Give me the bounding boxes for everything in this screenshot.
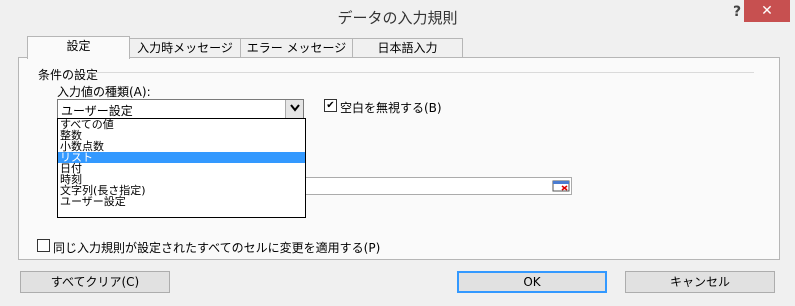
ignore-blank-label: 空白を無視する(B) xyxy=(340,101,442,115)
tab-error-message[interactable]: エラー メッセージ xyxy=(240,38,353,58)
chevron-down-icon[interactable] xyxy=(285,100,303,119)
dropdown-option-custom[interactable]: ユーザー設定 xyxy=(58,196,305,207)
close-button[interactable]: ✕ xyxy=(744,0,790,22)
allow-type-combobox[interactable]: ユーザー設定 xyxy=(57,99,304,120)
dropdown-option-date[interactable]: 日付 xyxy=(58,163,305,174)
title-bar: データの入力規則 ? ✕ xyxy=(0,0,795,32)
apply-all-label: 同じ入力規則が設定されたすべてのセルに変更を適用する(P) xyxy=(53,241,381,255)
combo-selected-value: ユーザー設定 xyxy=(61,104,133,118)
dropdown-option-list[interactable]: リスト xyxy=(58,152,305,163)
checkmark-icon: ✔ xyxy=(326,100,335,111)
group-separator xyxy=(92,72,754,73)
cancel-button[interactable]: キャンセル xyxy=(625,271,775,293)
formula-input[interactable] xyxy=(304,177,572,195)
dropdown-option-any[interactable]: すべての値 xyxy=(58,119,305,130)
tab-input-message[interactable]: 入力時メッセージ xyxy=(129,38,241,58)
range-select-icon[interactable] xyxy=(552,179,570,193)
dropdown-option-decimal[interactable]: 小数点数 xyxy=(58,141,305,152)
allow-type-label: 入力値の種類(A): xyxy=(57,85,151,99)
ignore-blank-checkbox[interactable]: ✔ xyxy=(324,99,337,112)
tab-settings[interactable]: 設定 xyxy=(27,36,130,59)
clear-all-button[interactable]: すべてクリア(C) xyxy=(20,271,170,293)
allow-type-dropdown: すべての値 整数 小数点数 リスト 日付 時刻 文字列(長さ指定) ユーザー設定 xyxy=(57,118,306,218)
conditions-group-label: 条件の設定 xyxy=(38,68,99,82)
dialog-title: データの入力規則 xyxy=(337,9,458,27)
tab-ime-mode[interactable]: 日本語入力 xyxy=(352,38,463,58)
ok-button[interactable]: OK xyxy=(457,271,607,293)
apply-all-checkbox[interactable] xyxy=(37,239,50,252)
